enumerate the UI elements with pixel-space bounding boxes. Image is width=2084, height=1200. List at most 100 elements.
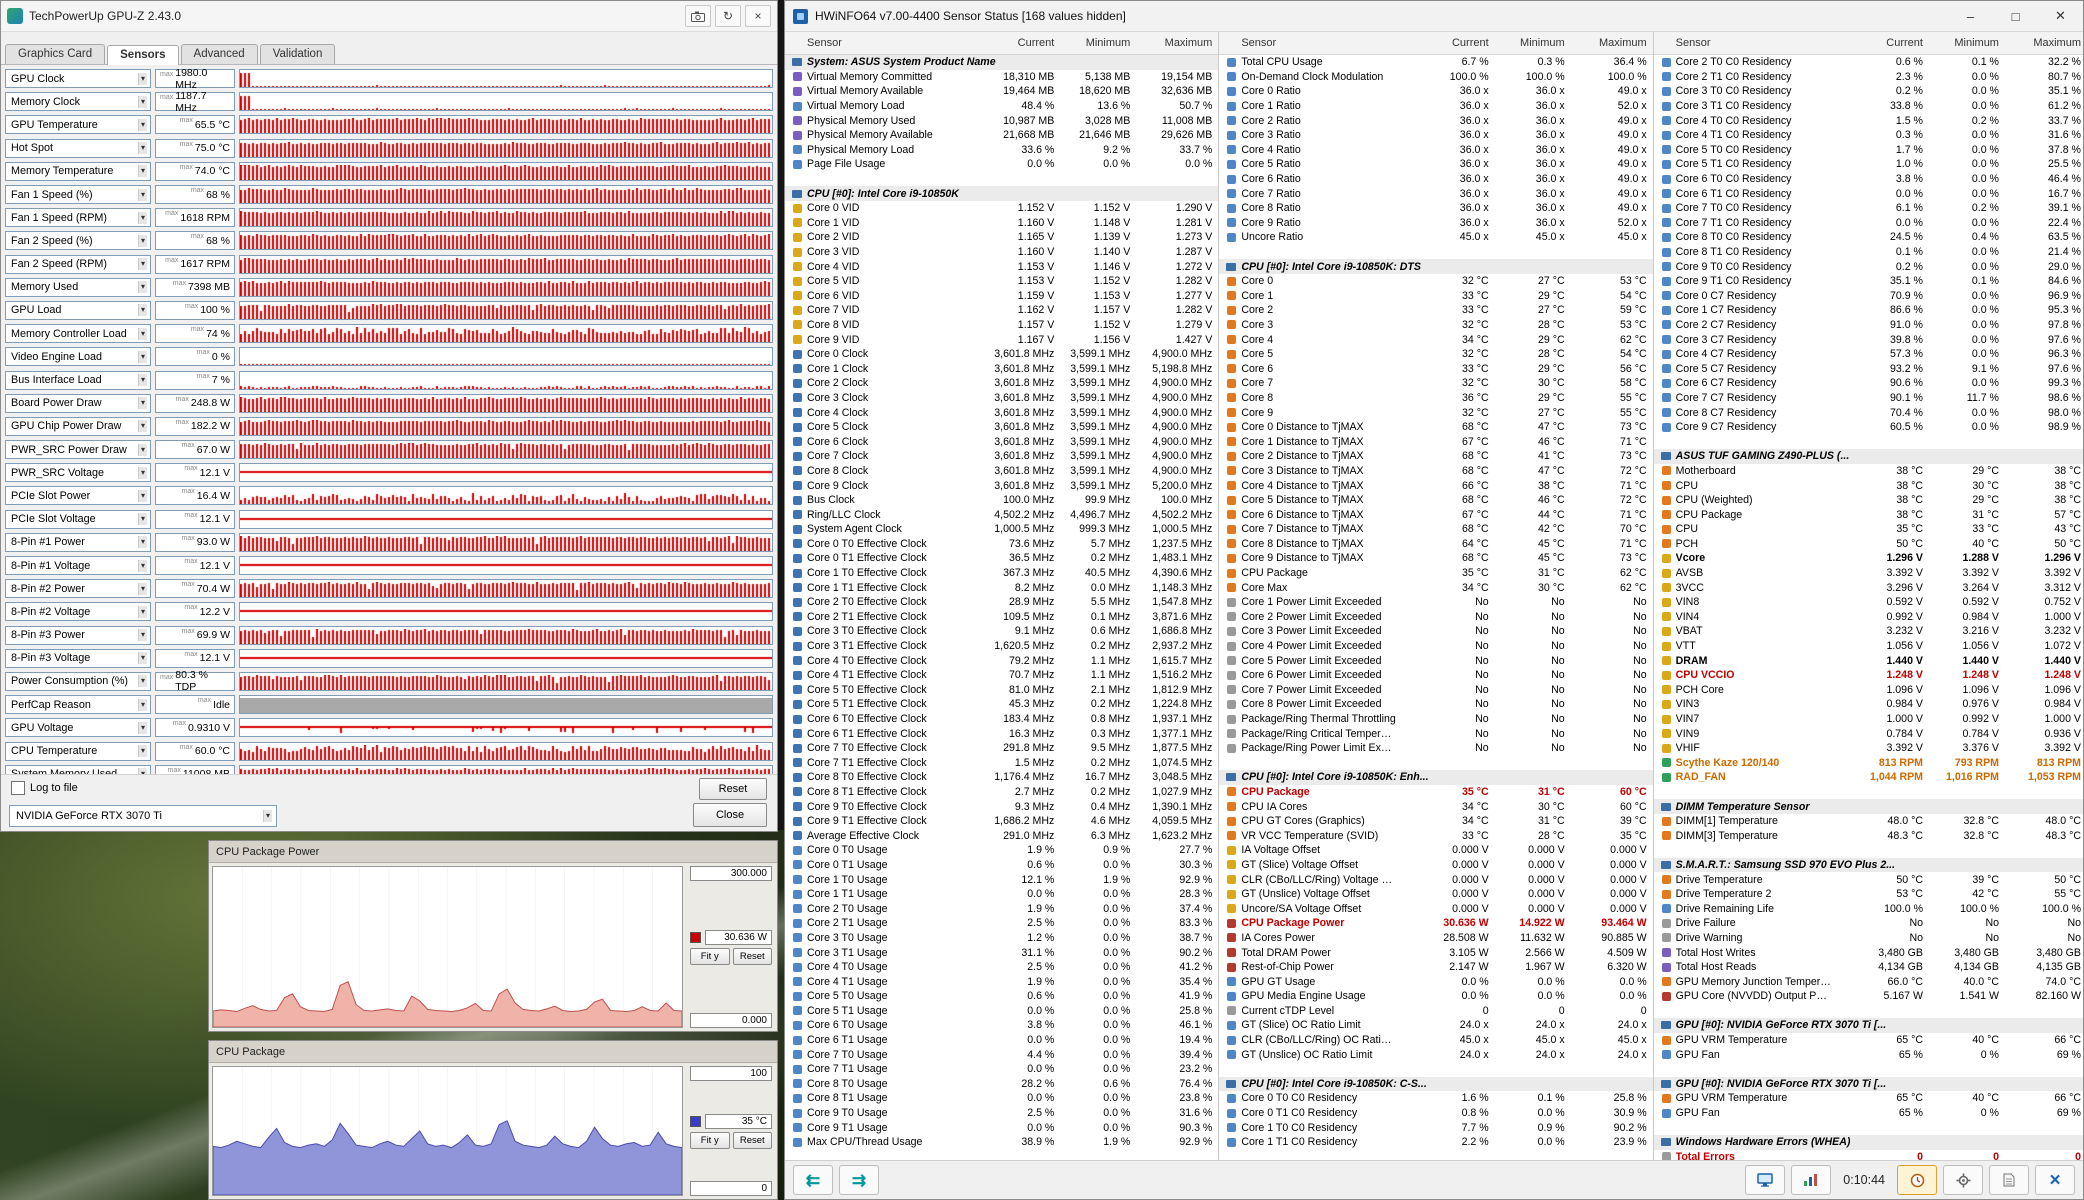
sensor-row[interactable]: Core 4 T1 Effective Clock70.7 MHz1.1 MHz… [785,668,1218,683]
sensor-select[interactable]: 8-Pin #3 Power▾ [5,626,151,645]
sensor-row[interactable]: VIN80.592 V0.592 V0.752 V [1654,595,2083,610]
sensor-row[interactable]: Core 0 Distance to TjMAX68 °C47 °C73 °C [1219,420,1652,435]
sensor-row[interactable]: Core 4 Clock3,601.8 MHz3,599.1 MHz4,900.… [785,405,1218,420]
sensor-row[interactable]: CPU Package Power30.636 W14.922 W93.464 … [1219,916,1652,931]
y-max-field[interactable]: 100 [690,1066,772,1081]
sensor-row[interactable]: Page File Usage0.0 %0.0 %0.0 % [785,157,1218,172]
sensor-row[interactable]: Core 1 VID1.160 V1.148 V1.281 V [785,216,1218,231]
tab-sensors[interactable]: Sensors [107,45,178,65]
shift-columns-right-button[interactable]: ⇉ [839,1165,879,1195]
sensor-row[interactable]: Core 133 °C29 °C54 °C [1219,289,1652,304]
sensor-value[interactable]: max248.8 W [155,394,235,413]
sensor-value[interactable]: max7398 MB [155,278,235,297]
sensor-row[interactable]: Core 6 Ratio36.0 x36.0 x49.0 x [1219,172,1652,187]
sensor-row[interactable]: Core 1 T0 C0 Residency7.7 %0.9 %90.2 % [1219,1120,1652,1135]
sensor-row[interactable]: System Agent Clock1,000.5 MHz999.3 MHz1,… [785,522,1218,537]
sensor-row[interactable]: Core 0 C7 Residency70.9 %0.0 %96.9 % [1654,289,2083,304]
section-header[interactable]: ASUS TUF GAMING Z490-PLUS (... [1654,449,2083,464]
checkbox-icon[interactable] [11,781,25,795]
sensor-row[interactable]: Package/Ring Critical TemperatureNoNoNo [1219,726,1652,741]
sensor-row[interactable]: Scythe Kaze 120/140813 RPM793 RPM813 RPM [1654,756,2083,771]
sensor-select[interactable]: Power Consumption (%)▾ [5,672,151,691]
sensor-row[interactable]: Core 4 T0 C0 Residency1.5 %0.2 %33.7 % [1654,113,2083,128]
sensor-row[interactable]: Motherboard38 °C29 °C38 °C [1654,464,2083,479]
sensor-row[interactable]: Core 932 °C27 °C55 °C [1219,405,1652,420]
sensor-row[interactable]: Core 3 T1 Usage31.1 %0.0 %90.2 % [785,945,1218,960]
sensor-select[interactable]: Memory Clock▾ [5,92,151,111]
sensor-row[interactable]: Core 0 T1 Usage0.6 %0.0 %30.3 % [785,858,1218,873]
sensor-value[interactable]: max11008 MB [155,765,235,774]
sensor-select[interactable]: GPU Load▾ [5,301,151,320]
sensor-value[interactable]: max100 % [155,301,235,320]
sensor-select[interactable]: Hot Spot▾ [5,139,151,158]
sensor-select[interactable]: PWR_SRC Power Draw▾ [5,440,151,459]
sensor-row[interactable]: Core 9 Clock3,601.8 MHz3,599.1 MHz5,200.… [785,478,1218,493]
sensor-row[interactable]: Physical Memory Load33.6 %9.2 %33.7 % [785,143,1218,158]
sensor-row[interactable]: Core 6 T1 C0 Residency0.0 %0.0 %16.7 % [1654,186,2083,201]
sensor-row[interactable]: Ring/LLC Clock4,502.2 MHz4,496.7 MHz4,50… [785,507,1218,522]
sensor-row[interactable]: 3VCC3.296 V3.264 V3.312 V [1654,580,2083,595]
sensor-row[interactable]: Core 4 VID1.153 V1.146 V1.272 V [785,259,1218,274]
sensor-value[interactable]: max7 % [155,371,235,390]
sensor-row[interactable]: CPU IA Cores34 °C30 °C60 °C [1219,799,1652,814]
sensor-row[interactable]: Core 2 VID1.165 V1.139 V1.273 V [785,230,1218,245]
sensor-select[interactable]: 8-Pin #1 Power▾ [5,533,151,552]
sensor-select[interactable]: PWR_SRC Voltage▾ [5,463,151,482]
section-header[interactable]: S.M.A.R.T.: Samsung SSD 970 EVO Plus 2..… [1654,858,2083,873]
gpuz-titlebar[interactable]: TechPowerUp GPU-Z 2.43.0 ↻ × [1,1,777,32]
log-to-file-checkbox[interactable]: Log to file [11,781,78,795]
sensor-row[interactable]: Core 5 Power Limit ExceededNoNoNo [1219,653,1652,668]
sensor-row[interactable]: VHIF3.392 V3.376 V3.392 V [1654,741,2083,756]
sensor-select[interactable]: Board Power Draw▾ [5,394,151,413]
sensor-row[interactable]: Core 3 T1 Effective Clock1,620.5 MHz0.2 … [785,639,1218,654]
section-header[interactable]: CPU [#0]: Intel Core i9-10850K [785,186,1218,201]
sensor-select[interactable]: CPU Temperature▾ [5,742,151,761]
section-header[interactable]: CPU [#0]: Intel Core i9-10850K: DTS [1219,259,1652,274]
sensor-value[interactable]: max12.1 V [155,556,235,575]
sensor-select[interactable]: 8-Pin #3 Voltage▾ [5,649,151,668]
sensor-value[interactable]: max12.1 V [155,463,235,482]
sensor-row[interactable]: Core 9 T1 Effective Clock1,686.2 MHz4.6 … [785,814,1218,829]
sensor-row[interactable]: Core 6 Distance to TjMAX67 °C44 °C71 °C [1219,507,1652,522]
sensor-row[interactable]: GPU Fan65 %0 %69 % [1654,1106,2083,1121]
sensor-row[interactable]: Core 6 T1 Effective Clock16.3 MHz0.3 MHz… [785,726,1218,741]
sensor-value[interactable]: max1980.0 MHz [155,69,235,88]
reset-button[interactable]: Reset [733,1132,773,1149]
y-max-field[interactable]: 300.000 [690,866,772,881]
sensor-value[interactable]: max12.1 V [155,510,235,529]
sensor-row[interactable]: Core 0 Ratio36.0 x36.0 x49.0 x [1219,84,1652,99]
sensor-row[interactable]: GT (Unslice) Voltage Offset0.000 V0.000 … [1219,887,1652,902]
sensor-row[interactable]: Core 7 T1 Effective Clock1.5 MHz0.2 MHz1… [785,756,1218,771]
sensor-row[interactable]: Core 2 T1 C0 Residency2.3 %0.0 %80.7 % [1654,70,2083,85]
sensor-select[interactable]: Memory Controller Load▾ [5,324,151,343]
sensor-row[interactable]: CPU GT Cores (Graphics)34 °C31 °C39 °C [1219,814,1652,829]
reset-button[interactable]: Reset [733,948,773,965]
sensor-row[interactable]: Core 7 T1 Usage0.0 %0.0 %23.2 % [785,1062,1218,1077]
sensor-row[interactable]: Drive Temperature 253 °C42 °C55 °C [1654,887,2083,902]
sensor-row[interactable]: Core 9 T1 Usage0.0 %0.0 %90.3 % [785,1120,1218,1135]
sensor-row[interactable]: CPU Package38 °C31 °C57 °C [1654,507,2083,522]
sensor-row[interactable]: Core 9 Distance to TjMAX68 °C45 °C73 °C [1219,551,1652,566]
sensor-row[interactable]: Core 1 T1 Usage0.0 %0.0 %28.3 % [785,887,1218,902]
sensor-value[interactable]: max67.0 W [155,440,235,459]
sensor-select[interactable]: GPU Temperature▾ [5,115,151,134]
sensor-row[interactable]: VIN30.984 V0.976 V0.984 V [1654,697,2083,712]
sensor-row[interactable]: Core 4 Power Limit ExceededNoNoNo [1219,639,1652,654]
sensor-row[interactable]: Average Effective Clock291.0 MHz6.3 MHz1… [785,828,1218,843]
sensor-row[interactable]: Core 5 T1 C0 Residency1.0 %0.0 %25.5 % [1654,157,2083,172]
sensor-row[interactable]: Core 2 Clock3,601.8 MHz3,599.1 MHz4,900.… [785,376,1218,391]
sensor-row[interactable]: Drive FailureNoNoNo [1654,916,2083,931]
sensor-row[interactable]: Core 8 T1 Effective Clock2.7 MHz0.2 MHz1… [785,785,1218,800]
sensor-row[interactable]: Core 8 T0 Usage28.2 %0.6 %76.4 % [785,1077,1218,1092]
sensor-row[interactable]: Core 2 Distance to TjMAX68 °C41 °C73 °C [1219,449,1652,464]
sensor-row[interactable]: CPU Package35 °C31 °C62 °C [1219,566,1652,581]
sensor-row[interactable]: CPU35 °C33 °C43 °C [1654,522,2083,537]
sensor-select[interactable]: PCIe Slot Power▾ [5,486,151,505]
shift-columns-left-button[interactable]: ⇇ [793,1165,833,1195]
sensor-value[interactable]: max69.9 W [155,626,235,645]
sensor-row[interactable]: Core 3 Power Limit ExceededNoNoNo [1219,624,1652,639]
sensor-row[interactable]: Core 4 Ratio36.0 x36.0 x49.0 x [1219,143,1652,158]
sensor-row[interactable]: Core 9 T0 C0 Residency0.2 %0.0 %29.0 % [1654,259,2083,274]
sensor-row[interactable]: Core 6 Power Limit ExceededNoNoNo [1219,668,1652,683]
section-header[interactable]: CPU [#0]: Intel Core i9-10850K: Enh... [1219,770,1652,785]
